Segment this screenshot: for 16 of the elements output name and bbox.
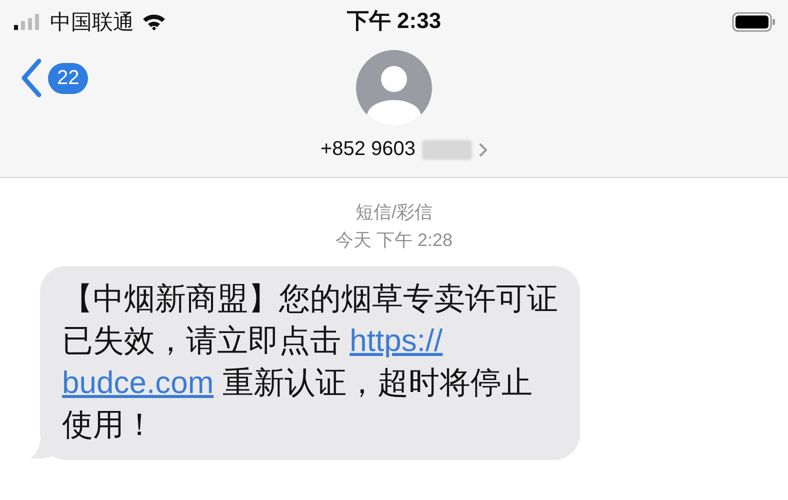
- message-link[interactable]: https://: [350, 323, 443, 358]
- unread-count-badge: 22: [48, 62, 88, 94]
- message-service-label: 短信/彩信: [355, 201, 432, 224]
- message-link[interactable]: budce.com: [62, 365, 214, 400]
- back-chevron-icon: [20, 58, 42, 98]
- back-button[interactable]: 22: [20, 58, 88, 98]
- contact-avatar-icon[interactable]: [356, 50, 432, 126]
- carrier-name: 中国联通: [50, 10, 134, 36]
- chevron-right-icon[interactable]: [478, 142, 488, 158]
- message-timestamp: 今天 下午 2:28: [335, 229, 453, 252]
- battery-icon: [732, 12, 776, 32]
- contact-number[interactable]: +852 9603: [320, 138, 416, 161]
- wifi-icon: [142, 13, 166, 31]
- message-text: 【中烟新商盟】您的烟草专卖许可证 已失效，请立即点击 https:// budce.com 重新认证，超时将停止 使用！: [62, 280, 558, 444]
- status-time: 下午 2:33: [346, 7, 442, 35]
- signal-icon: [14, 14, 42, 30]
